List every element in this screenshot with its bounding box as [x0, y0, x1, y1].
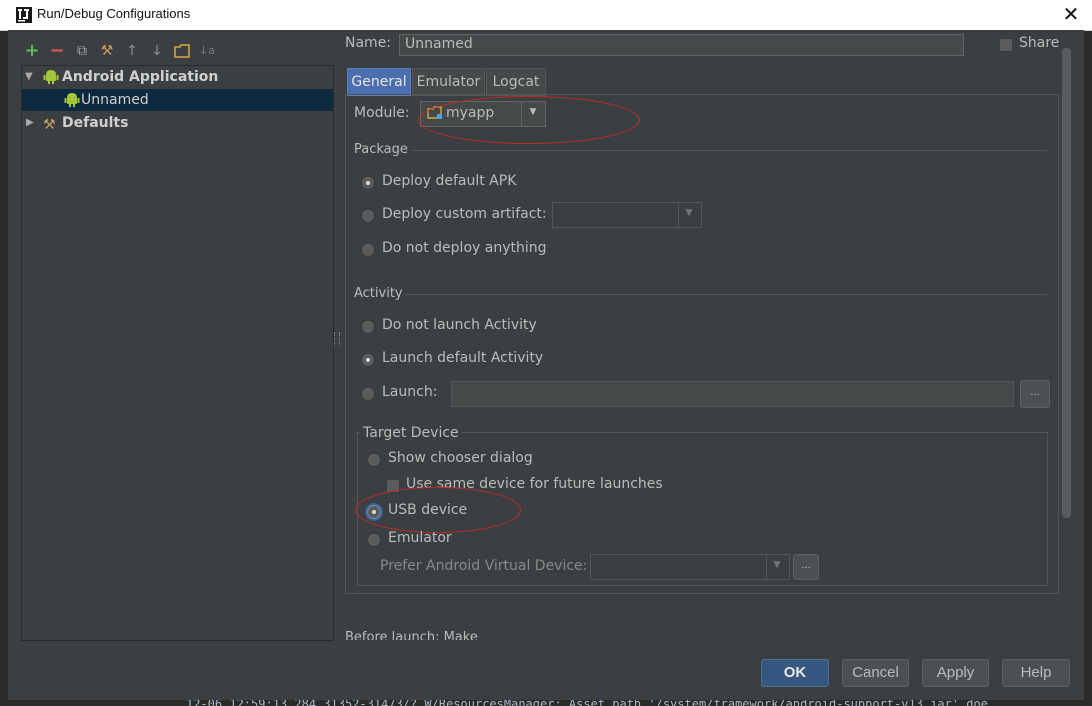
- move-up-icon[interactable]: ↑: [123, 42, 141, 60]
- do-not-launch-activity-radio[interactable]: [361, 320, 375, 334]
- name-input[interactable]: Unnamed: [399, 34, 964, 56]
- splitter-handle[interactable]: [334, 332, 340, 346]
- copy-icon[interactable]: ⧉: [73, 42, 91, 60]
- show-chooser-label: Show chooser dialog: [388, 450, 533, 466]
- wrench-icon[interactable]: ⚒: [98, 42, 116, 60]
- move-down-icon[interactable]: ↓: [148, 42, 166, 60]
- avd-select[interactable]: ▼: [590, 554, 790, 580]
- title-bar: Run/Debug Configurations ✕: [0, 0, 1092, 31]
- annotation-ellipse-module: [418, 96, 640, 144]
- annotation-ellipse-usb: [355, 487, 521, 533]
- module-label: Module:: [354, 105, 410, 121]
- package-section-title: Package: [354, 142, 408, 157]
- activity-section-title: Activity: [354, 286, 403, 301]
- share-checkbox[interactable]: [999, 38, 1013, 52]
- share-label: Share: [1019, 35, 1060, 51]
- intellij-app-icon: [16, 7, 32, 23]
- tab-general[interactable]: General: [347, 68, 411, 96]
- target-device-title: Target Device: [360, 425, 462, 441]
- tree-item-label: Unnamed: [81, 92, 149, 108]
- wrench-icon: ⚒: [43, 117, 56, 133]
- launch-activity-label: Launch:: [382, 384, 438, 400]
- do-not-deploy-label: Do not deploy anything: [382, 240, 547, 256]
- deploy-default-apk-radio[interactable]: [361, 176, 375, 190]
- tree-item-defaults[interactable]: ▶ ⚒ Defaults: [22, 112, 333, 134]
- package-separator: [412, 150, 1047, 151]
- tree-item-label: Android Application: [62, 69, 219, 85]
- show-chooser-radio[interactable]: [367, 453, 381, 467]
- prefer-avd-label: Prefer Android Virtual Device:: [380, 558, 588, 574]
- emulator-radio[interactable]: [367, 533, 381, 547]
- cancel-button[interactable]: Cancel: [842, 659, 909, 687]
- launch-activity-input[interactable]: [451, 381, 1014, 407]
- do-not-launch-activity-label: Do not launch Activity: [382, 317, 537, 333]
- expand-arrow-icon[interactable]: ▼: [25, 66, 33, 88]
- chevron-down-icon: ▼: [685, 208, 693, 218]
- activity-separator: [405, 294, 1047, 295]
- chevron-down-icon: ▼: [773, 560, 781, 570]
- background-right: [1084, 30, 1092, 706]
- deploy-default-apk-label: Deploy default APK: [382, 173, 517, 189]
- launch-activity-radio[interactable]: [361, 387, 375, 401]
- ok-button[interactable]: OK: [761, 659, 829, 687]
- scrollbar-thumb[interactable]: [1062, 48, 1071, 518]
- tree-item-label: Defaults: [62, 115, 129, 131]
- deploy-custom-artifact-radio[interactable]: [361, 209, 375, 223]
- tab-logcat[interactable]: Logcat: [486, 68, 546, 96]
- remove-icon[interactable]: −: [48, 42, 66, 60]
- configuration-tree[interactable]: ▼ Android Application Unnamed ▶ ⚒ Defaul…: [21, 65, 334, 641]
- name-label: Name:: [345, 35, 392, 51]
- tree-item-android-application[interactable]: ▼ Android Application: [22, 66, 333, 88]
- browse-avd-button[interactable]: ...: [793, 554, 819, 580]
- browse-activity-button[interactable]: ...: [1020, 380, 1050, 408]
- add-icon[interactable]: +: [23, 42, 41, 60]
- tab-emulator[interactable]: Emulator: [412, 68, 485, 96]
- launch-default-activity-radio[interactable]: [361, 353, 375, 367]
- name-input-value: Unnamed: [405, 36, 473, 52]
- sort-icon[interactable]: ↓a: [198, 42, 216, 60]
- before-launch-header[interactable]: Before launch: Make: [345, 626, 1045, 640]
- deploy-custom-artifact-label: Deploy custom artifact:: [382, 206, 547, 222]
- emulator-label: Emulator: [388, 530, 452, 546]
- help-button[interactable]: Help: [1002, 659, 1070, 687]
- artifact-select[interactable]: ▼: [552, 202, 702, 228]
- collapse-arrow-icon[interactable]: ▶: [26, 112, 34, 134]
- background-left: [0, 30, 8, 706]
- do-not-deploy-radio[interactable]: [361, 243, 375, 257]
- before-launch-label: Before launch: Make: [345, 630, 478, 640]
- close-icon[interactable]: ✕: [1060, 3, 1082, 25]
- window-title: Run/Debug Configurations: [37, 6, 191, 21]
- launch-default-activity-label: Launch default Activity: [382, 350, 544, 366]
- folder-icon[interactable]: [173, 42, 191, 60]
- apply-button[interactable]: Apply: [922, 659, 989, 687]
- tree-item-unnamed[interactable]: Unnamed: [22, 89, 333, 111]
